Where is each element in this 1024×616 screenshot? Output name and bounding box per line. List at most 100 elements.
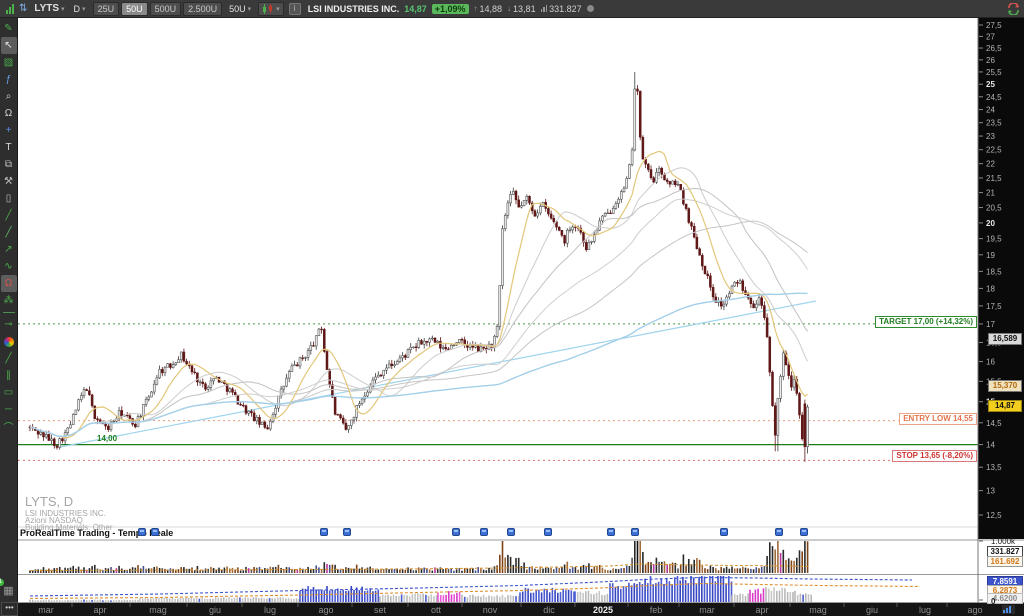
candle-body	[40, 432, 42, 434]
event-icon[interactable]	[631, 528, 639, 536]
indicator-bar	[682, 577, 684, 602]
target-level-label[interactable]: TARGET 17,00 (+14,32%)	[875, 316, 977, 328]
cursor-icon[interactable]: ↖	[1, 37, 17, 54]
chart-canvas[interactable]	[18, 18, 978, 603]
segment-icon[interactable]: ╱	[1, 224, 17, 241]
event-icon[interactable]	[452, 528, 460, 536]
tick-button-2.500u[interactable]: 2.500U	[183, 2, 222, 16]
volume-bar	[472, 568, 474, 573]
pencil-icon[interactable]: ✎	[1, 20, 17, 37]
event-icon[interactable]	[151, 528, 159, 536]
candle-body	[380, 375, 382, 376]
indicators-icon[interactable]: ƒ	[1, 71, 17, 88]
volume-bar	[137, 565, 139, 573]
stop-level-label[interactable]: STOP 13,65 (-8,20%)	[892, 450, 977, 462]
volume-bar	[248, 568, 250, 573]
indicator-bar	[231, 598, 233, 602]
parallel-lines-icon[interactable]: ∥	[1, 367, 17, 384]
indicator-bar	[255, 597, 257, 602]
volume-bar	[288, 567, 290, 573]
refresh-icon[interactable]	[1007, 3, 1020, 15]
diagonal-line-icon[interactable]: ╱	[1, 350, 17, 367]
trendline-icon[interactable]: ╱	[1, 207, 17, 224]
time-axis-label: feb	[650, 605, 663, 615]
candle-body	[502, 229, 504, 286]
indicator-bar	[369, 588, 371, 602]
symbol-dropdown[interactable]: LYTS ▾	[32, 3, 66, 14]
units-dropdown[interactable]: 50U ▾	[227, 4, 253, 14]
candle-body	[180, 352, 182, 360]
magnet-icon[interactable]: Ω	[1, 275, 17, 292]
tick-button-500u[interactable]: 500U	[150, 2, 182, 16]
event-icon[interactable]	[775, 528, 783, 536]
info-icon[interactable]: i	[289, 3, 301, 15]
event-icon[interactable]	[320, 528, 328, 536]
indicator-bar	[329, 590, 331, 602]
candle-body	[534, 211, 536, 216]
alert-bell-icon[interactable]: Ω	[1, 105, 17, 122]
volume-bar	[558, 568, 560, 573]
indicator-bar	[568, 590, 570, 602]
volume-bar	[423, 568, 425, 573]
rectangle-icon[interactable]: ▭	[1, 384, 17, 401]
indicator-bar	[800, 594, 802, 602]
entry-level-label[interactable]: ENTRY LOW 14,55	[899, 413, 977, 425]
candle-body	[367, 392, 369, 396]
move-icon[interactable]: +	[1, 122, 17, 139]
settings-tools[interactable]: ⚒	[1, 173, 17, 190]
event-icon[interactable]	[138, 528, 146, 536]
indicator-bar	[580, 592, 582, 602]
candle-body	[361, 399, 363, 404]
price-chart[interactable]: 27,52726,52625,52524,52423,52322,52221,5…	[18, 18, 1024, 616]
volume-bar	[807, 541, 809, 573]
workspace-icon[interactable]: ▦1	[1, 582, 17, 599]
indicator-bar	[507, 595, 509, 602]
event-icon[interactable]	[544, 528, 552, 536]
eraser-icon[interactable]: ▨	[1, 54, 17, 71]
indicator-bar	[599, 591, 601, 602]
indicator-bar	[792, 592, 794, 602]
event-icon[interactable]	[507, 528, 515, 536]
indicator-bar	[425, 595, 427, 602]
line-style-icon[interactable]: ⊸	[1, 316, 17, 333]
candle-body	[529, 196, 531, 203]
delete-icon[interactable]: ▯	[1, 190, 17, 207]
candle-body	[607, 213, 609, 214]
connection-icon[interactable]: ⇅	[19, 3, 27, 14]
event-icon[interactable]	[343, 528, 351, 536]
duplicate-icon[interactable]: ⧉	[1, 156, 17, 173]
indicator-bar	[129, 600, 131, 602]
text-icon[interactable]: T	[1, 139, 17, 156]
event-icon[interactable]	[480, 528, 488, 536]
event-icon[interactable]	[800, 528, 808, 536]
candle-body	[129, 416, 131, 419]
axis-tick-label: 17,5	[986, 302, 1002, 311]
event-icon[interactable]	[720, 528, 728, 536]
panel-expand-icon[interactable]	[1002, 605, 1015, 614]
candle-body	[307, 351, 309, 358]
indicator-bar	[631, 585, 633, 602]
zoom-icon[interactable]: ⌕	[1, 88, 17, 105]
indicator-bar	[215, 597, 217, 602]
color-picker-icon[interactable]	[1, 333, 17, 350]
event-icon[interactable]	[607, 528, 615, 536]
chart-type-button[interactable]: ▾	[258, 2, 284, 16]
tick-button-25u[interactable]: 25U	[93, 2, 120, 16]
indicator-bar	[116, 600, 118, 602]
pattern-icon[interactable]: ⁂	[1, 292, 17, 309]
horizontal-line-icon[interactable]: ─	[1, 401, 17, 418]
candle-body	[245, 406, 247, 414]
indicator-bar	[196, 598, 198, 602]
indicator-bar	[709, 576, 711, 602]
support-level-label[interactable]: 14,00	[97, 434, 117, 443]
curve-icon[interactable]: ⌒	[1, 418, 17, 435]
timeline-more-button[interactable]: •••	[1, 602, 18, 616]
prorealtime-window: ⇅ LYTS ▾ D ▾ 25U50U500U2.500U 50U ▾ ▾ i …	[0, 0, 1024, 616]
session-volume: 331.827	[549, 4, 582, 14]
timeframe-dropdown[interactable]: D ▾	[72, 4, 88, 14]
zigzag-icon[interactable]: ∿	[1, 258, 17, 275]
time-axis-label: dic	[543, 605, 555, 615]
arrow-icon[interactable]: ↗	[1, 241, 17, 258]
volume-bar	[747, 568, 749, 573]
tick-button-50u[interactable]: 50U	[121, 2, 148, 16]
